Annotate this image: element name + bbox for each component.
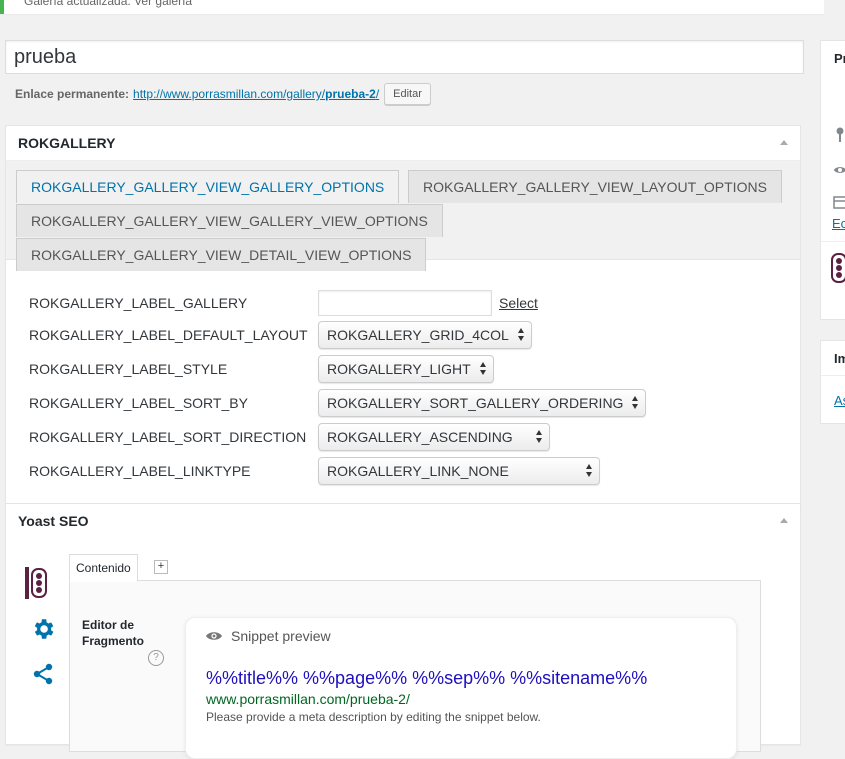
rokgallery-metabox: ROKGALLERY ROKGALLERY_GALLERY_VIEW_GALLE… <box>5 125 801 505</box>
snippet-preview-header[interactable]: Snippet preview <box>205 628 331 644</box>
select-arrows-icon <box>586 463 593 479</box>
eye-icon <box>833 167 845 173</box>
traffic-light-icon[interactable] <box>24 566 48 600</box>
gallery-input[interactable] <box>318 290 492 316</box>
tab-content[interactable]: Contenido <box>69 554 138 582</box>
snippet-preview-label: Snippet preview <box>231 628 331 644</box>
seo-traffic-light-icon <box>831 253 845 283</box>
collapse-arrow-icon[interactable] <box>780 140 788 145</box>
rokgallery-title: ROKGALLERY <box>18 135 116 151</box>
sort-direction-label: ROKGALLERY_LABEL_SORT_DIRECTION <box>29 429 307 445</box>
tab-gallery-view-options[interactable]: ROKGALLERY_GALLERY_VIEW_GALLERY_VIEW_OPT… <box>16 204 443 237</box>
featured-image-box: Im As <box>820 340 845 424</box>
field-linktype: ROKGALLERY_LABEL_LINKTYPE ROKGALLERY_LIN… <box>29 457 600 485</box>
pin-icon <box>836 127 844 142</box>
sort-direction-select[interactable]: ROKGALLERY_ASCENDING <box>318 423 550 451</box>
yoast-title: Yoast SEO <box>18 513 89 529</box>
select-arrows-icon <box>517 327 525 343</box>
select-arrows-icon <box>479 361 487 377</box>
default-layout-label: ROKGALLERY_LABEL_DEFAULT_LAYOUT <box>29 327 308 343</box>
publish-box: Pr Ec <box>820 40 845 320</box>
linktype-label: ROKGALLERY_LABEL_LINKTYPE <box>29 463 251 479</box>
snippet-title[interactable]: %%title%% %%page%% %%sep%% %%sitename%% <box>206 668 647 689</box>
add-tab-button[interactable]: + <box>154 560 168 574</box>
select-arrows-icon <box>536 429 543 445</box>
featured-image-title: Im <box>834 351 845 366</box>
field-sort-direction: ROKGALLERY_LABEL_SORT_DIRECTION ROKGALLE… <box>29 423 550 451</box>
publish-box-title: Pr <box>834 51 845 66</box>
set-featured-image-link[interactable]: As <box>834 393 845 408</box>
rokgallery-header[interactable]: ROKGALLERY <box>6 126 800 161</box>
field-default-layout: ROKGALLERY_LABEL_DEFAULT_LAYOUT ROKGALLE… <box>29 321 532 349</box>
update-notice: Galería actualizada. Ver galería <box>0 0 824 14</box>
permalink-link[interactable]: http://www.porrasmillan.com/gallery/prue… <box>133 87 379 101</box>
rokgallery-tabs: ROKGALLERY_GALLERY_VIEW_GALLERY_OPTIONS … <box>6 161 800 271</box>
snippet-editor-title: Editor de Fragmento <box>82 618 145 648</box>
field-style: ROKGALLERY_LABEL_STYLE ROKGALLERY_LIGHT <box>29 355 494 383</box>
permalink-label: Enlace permanente: <box>15 87 130 101</box>
style-label: ROKGALLERY_LABEL_STYLE <box>29 361 228 377</box>
select-arrows-icon <box>632 395 639 411</box>
share-icon[interactable] <box>31 662 55 686</box>
gear-icon[interactable] <box>30 616 56 642</box>
gallery-label: ROKGALLERY_LABEL_GALLERY <box>29 295 248 311</box>
edit-permalink-button[interactable]: Editar <box>384 83 431 105</box>
tab-gallery-options[interactable]: ROKGALLERY_GALLERY_VIEW_GALLERY_OPTIONS <box>16 170 400 204</box>
field-gallery: ROKGALLERY_LABEL_GALLERY Select <box>29 289 538 317</box>
post-title-input[interactable] <box>5 40 804 74</box>
permalink-row: Enlace permanente: http://www.porrasmill… <box>15 82 431 106</box>
yoast-seo-metabox: Yoast SEO Contenido + Editor de Fragment… <box>5 503 801 759</box>
calendar-icon <box>833 196 845 209</box>
collapse-arrow-icon[interactable] <box>780 518 788 523</box>
tab-layout-options[interactable]: ROKGALLERY_GALLERY_VIEW_LAYOUT_OPTIONS <box>408 170 782 203</box>
help-icon[interactable]: ? <box>148 650 164 666</box>
yoast-content-panel: Editor de Fragmento ? Snippet preview %%… <box>69 580 761 759</box>
tab-detail-view-options[interactable]: ROKGALLERY_GALLERY_VIEW_DETAIL_VIEW_OPTI… <box>16 238 427 271</box>
snippet-url[interactable]: www.porrasmillan.com/prueba-2/ <box>206 691 410 707</box>
field-sort-by: ROKGALLERY_LABEL_SORT_BY ROKGALLERY_SORT… <box>29 389 647 417</box>
eye-icon <box>206 632 222 640</box>
snippet-preview-card: Snippet preview %%title%% %%page%% %%sep… <box>185 617 737 759</box>
style-select[interactable]: ROKGALLERY_LIGHT <box>318 355 494 383</box>
sort-by-label: ROKGALLERY_LABEL_SORT_BY <box>29 395 248 411</box>
edit-date-link[interactable]: Ec <box>832 216 845 231</box>
default-layout-select[interactable]: ROKGALLERY_GRID_4COL <box>318 321 532 349</box>
sort-by-select[interactable]: ROKGALLERY_SORT_GALLERY_ORDERING <box>318 389 647 417</box>
yoast-header[interactable]: Yoast SEO <box>6 504 800 538</box>
select-gallery-link[interactable]: Select <box>499 295 538 311</box>
snippet-description[interactable]: Please provide a meta description by edi… <box>206 710 541 724</box>
linktype-select[interactable]: ROKGALLERY_LINK_NONE <box>318 457 600 485</box>
notice-text: Galería actualizada. Ver galería <box>24 0 193 8</box>
